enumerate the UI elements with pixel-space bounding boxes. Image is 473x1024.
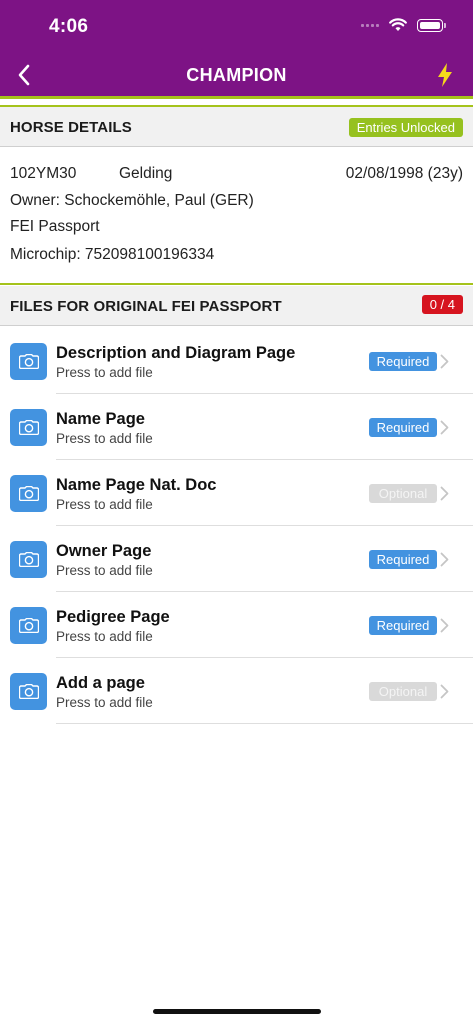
file-row-name-page-nat-doc[interactable]: Name Page Nat. Doc Press to add file Opt…: [0, 460, 473, 526]
lightning-bolt-icon[interactable]: [435, 62, 455, 88]
section-title: HORSE DETAILS: [10, 119, 132, 136]
camera-button[interactable]: [10, 409, 47, 446]
chevron-right-icon: [440, 684, 449, 699]
optional-badge: Optional: [369, 682, 437, 701]
file-name: Add a page: [56, 674, 145, 692]
camera-icon: [18, 684, 39, 699]
camera-button[interactable]: [10, 343, 47, 380]
horse-dob: 02/08/1998 (23y): [345, 165, 463, 182]
accent-divider: [0, 96, 473, 99]
status-icons: [361, 18, 446, 32]
camera-icon: [18, 486, 39, 501]
status-time: 4:06: [49, 16, 89, 37]
chevron-right-icon: [440, 420, 449, 435]
file-row-add-page[interactable]: Add a page Press to add file Optional: [0, 658, 473, 724]
file-hint: Press to add file: [56, 431, 153, 446]
section-title: FILES FOR ORIGINAL FEI PASSPORT: [10, 298, 282, 315]
chevron-right-icon: [440, 354, 449, 369]
battery-icon: [417, 18, 446, 32]
camera-button[interactable]: [10, 475, 47, 512]
camera-icon: [18, 420, 39, 435]
entries-status-badge: Entries Unlocked: [348, 118, 463, 137]
file-name: Name Page: [56, 410, 145, 428]
horse-owner: Owner: Schockemöhle, Paul (GER): [10, 192, 254, 209]
status-bar: 4:06: [0, 0, 473, 54]
horse-sex: Gelding: [119, 165, 173, 182]
file-hint: Press to add file: [56, 629, 153, 644]
file-name: Description and Diagram Page: [56, 344, 296, 362]
camera-button[interactable]: [10, 673, 47, 710]
file-hint: Press to add file: [56, 563, 153, 578]
camera-button[interactable]: [10, 607, 47, 644]
file-row-name-page[interactable]: Name Page Press to add file Required: [0, 394, 473, 460]
required-badge: Required: [369, 550, 437, 569]
nav-bar: CHAMPION: [0, 54, 473, 96]
required-badge: Required: [369, 616, 437, 635]
row-divider: [56, 723, 473, 724]
file-name: Pedigree Page: [56, 608, 170, 626]
required-badge: Required: [369, 418, 437, 437]
files-header: FILES FOR ORIGINAL FEI PASSPORT 0 / 4: [0, 286, 473, 326]
chevron-right-icon: [440, 486, 449, 501]
horse-microchip: Microchip: 752098100196334: [10, 246, 215, 263]
files-count-badge: 0 / 4: [421, 295, 463, 314]
accent-divider: [0, 283, 473, 285]
file-row-description[interactable]: Description and Diagram Page Press to ad…: [0, 328, 473, 394]
chevron-right-icon: [440, 552, 449, 567]
file-hint: Press to add file: [56, 365, 153, 380]
file-hint: Press to add file: [56, 695, 153, 710]
chevron-right-icon: [440, 618, 449, 633]
camera-icon: [18, 354, 39, 369]
file-row-owner-page[interactable]: Owner Page Press to add file Required: [0, 526, 473, 592]
file-name: Name Page Nat. Doc: [56, 476, 217, 494]
horse-passport: FEI Passport: [10, 218, 100, 235]
camera-button[interactable]: [10, 541, 47, 578]
cellular-signal-icon: [361, 23, 379, 27]
home-indicator[interactable]: [153, 1009, 321, 1014]
optional-badge: Optional: [369, 484, 437, 503]
horse-id: 102YM30: [10, 165, 77, 182]
file-hint: Press to add file: [56, 497, 153, 512]
camera-icon: [18, 552, 39, 567]
horse-details-header: HORSE DETAILS Entries Unlocked: [0, 107, 473, 147]
wifi-icon: [389, 18, 407, 31]
camera-icon: [18, 618, 39, 633]
file-row-pedigree-page[interactable]: Pedigree Page Press to add file Required: [0, 592, 473, 658]
page-title: CHAMPION: [186, 65, 287, 85]
file-name: Owner Page: [56, 542, 152, 560]
required-badge: Required: [369, 352, 437, 371]
